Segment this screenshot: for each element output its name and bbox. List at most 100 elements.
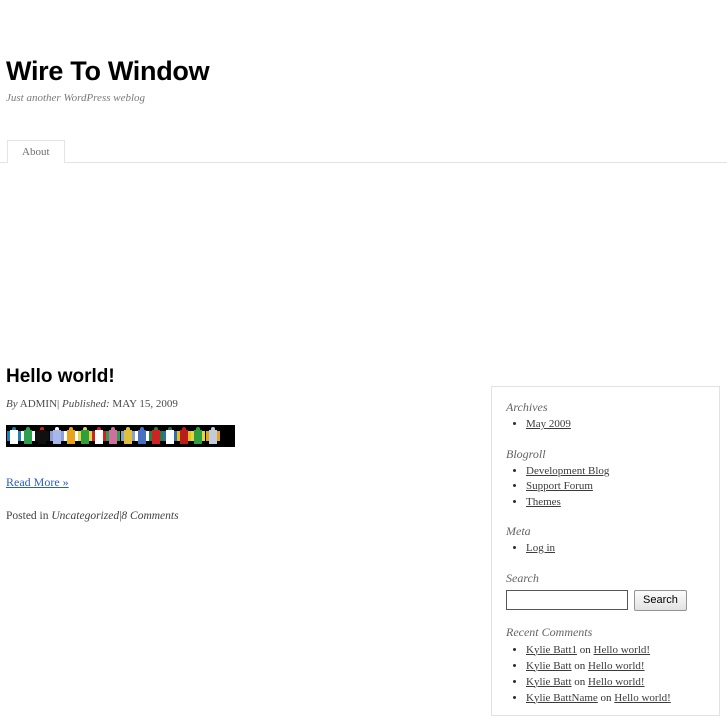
silk-torso [194,430,203,444]
archives-link-may-2009[interactable]: May 2009 [526,418,571,430]
widget-meta-title: Meta [506,524,531,538]
comment-author-link[interactable]: Kylie Batt1 [526,644,577,656]
silk-icon [120,427,135,445]
silk-torso [24,430,33,444]
silk-cap [210,427,215,430]
widget-meta: Meta Log in [492,523,719,557]
silk-cap [12,427,16,430]
comment-post-link[interactable]: Hello world! [588,676,645,688]
post-author[interactable]: ADMIN [20,398,57,410]
silk-sleeve-right [216,431,220,441]
search-button[interactable]: Search [634,589,687,611]
posted-in-label: Posted in [6,510,49,522]
silk-icon [63,427,78,445]
list-item: Log in [526,541,707,557]
comment-on-label: on [579,643,591,656]
search-input[interactable] [506,590,628,610]
comment-author-link[interactable]: Kylie Batt [526,660,572,672]
list-item: Kylie Batt on Hello world! [526,658,707,674]
list-item: May 2009 [526,417,707,433]
comment-on-label: on [574,659,586,672]
widget-archives: Archives May 2009 [492,399,719,433]
silk-torso [95,430,104,444]
silk-cap [40,427,45,430]
site-title[interactable]: Wire To Window [6,56,727,86]
blogroll-link-development-blog[interactable]: Development Blog [526,465,609,477]
main-content: Hello world! By ADMIN| Published: MAY 15… [6,366,466,536]
comment-author-link[interactable]: Kylie Batt [526,676,572,688]
silk-cap [168,427,173,430]
archives-list: May 2009 [506,417,707,433]
silk-torso [180,430,189,444]
silk-icon [49,427,64,445]
silk-icon [177,427,192,445]
read-more-link[interactable]: Read More » [6,475,69,490]
silk-cap [139,427,144,430]
list-item: Support Forum [526,479,707,495]
post-comments-link[interactable]: 8 Comments [121,510,178,522]
silk-torso [123,430,132,444]
comment-on-label: on [600,691,612,704]
silk-torso [38,430,47,444]
recent-comments-list: Kylie Batt1 on Hello world! Kylie Batt o… [506,642,707,706]
list-item: Themes [526,495,707,511]
list-item: Kylie Batt on Hello world! [526,674,707,690]
silk-torso [166,430,175,444]
list-item: Kylie BattName on Hello world! [526,690,707,706]
list-item: Kylie Batt1 on Hello world! [526,642,707,658]
silk-torso [109,430,118,444]
silk-torso [80,430,89,444]
comment-post-link[interactable]: Hello world! [588,660,645,672]
silk-icon [191,427,206,445]
comment-post-link[interactable]: Hello world! [614,692,671,704]
post-meta: By ADMIN| Published: MAY 15, 2009 [6,397,466,411]
blogroll-link-themes[interactable]: Themes [526,496,561,508]
silk-cap [111,427,116,430]
silk-icon [7,427,21,445]
silk-cap [196,427,201,430]
widget-recent-comments: Recent Comments Kylie Batt1 on Hello wor… [492,624,719,706]
post-published-label: Published: [62,398,110,410]
widget-archives-title: Archives [506,400,548,414]
post-date: MAY 15, 2009 [112,398,178,410]
comment-post-link[interactable]: Hello world! [594,644,651,656]
silk-cap [125,427,130,430]
silk-torso [151,430,160,444]
silk-icon [77,427,92,445]
blogroll-list: Development Blog Support Forum Themes [506,464,707,511]
silk-icon [92,427,107,445]
silk-cap [26,427,31,430]
page-root: Wire To Window Just another WordPress we… [0,0,727,716]
widget-search: Search Search [492,570,719,611]
silk-cap [82,427,87,430]
silk-icon [21,427,36,445]
nav-item-about[interactable]: About [7,140,65,163]
racing-silks-image [6,425,235,447]
comment-on-label: on [574,675,586,688]
silk-icon [106,427,121,445]
post-article: Hello world! By ADMIN| Published: MAY 15… [6,366,466,524]
sidebar: Archives May 2009 Blogroll Development B… [491,386,720,716]
silk-torso [66,430,75,444]
widget-recent-comments-title: Recent Comments [506,624,593,639]
meta-link-log-in[interactable]: Log in [526,542,555,554]
silk-torso [10,430,18,444]
silk-torso [52,430,61,444]
widget-blogroll: Blogroll Development Blog Support Forum … [492,446,719,511]
silk-icon [148,427,163,445]
nav-list: About [0,137,727,163]
site-header: Wire To Window Just another WordPress we… [0,0,727,105]
meta-list: Log in [506,541,707,557]
silk-torso [208,430,217,444]
post-title[interactable]: Hello world! [6,366,466,388]
widget-search-title: Search [506,570,539,585]
comment-author-link[interactable]: Kylie BattName [526,692,598,704]
silk-icon [163,427,178,445]
site-description: Just another WordPress weblog [6,92,146,104]
list-item: Development Blog [526,464,707,480]
silk-cap [182,427,187,430]
silk-cap [68,427,73,430]
blogroll-link-support-forum[interactable]: Support Forum [526,480,593,492]
post-category-link[interactable]: Uncategorized [51,510,119,522]
search-form: Search [506,589,707,611]
